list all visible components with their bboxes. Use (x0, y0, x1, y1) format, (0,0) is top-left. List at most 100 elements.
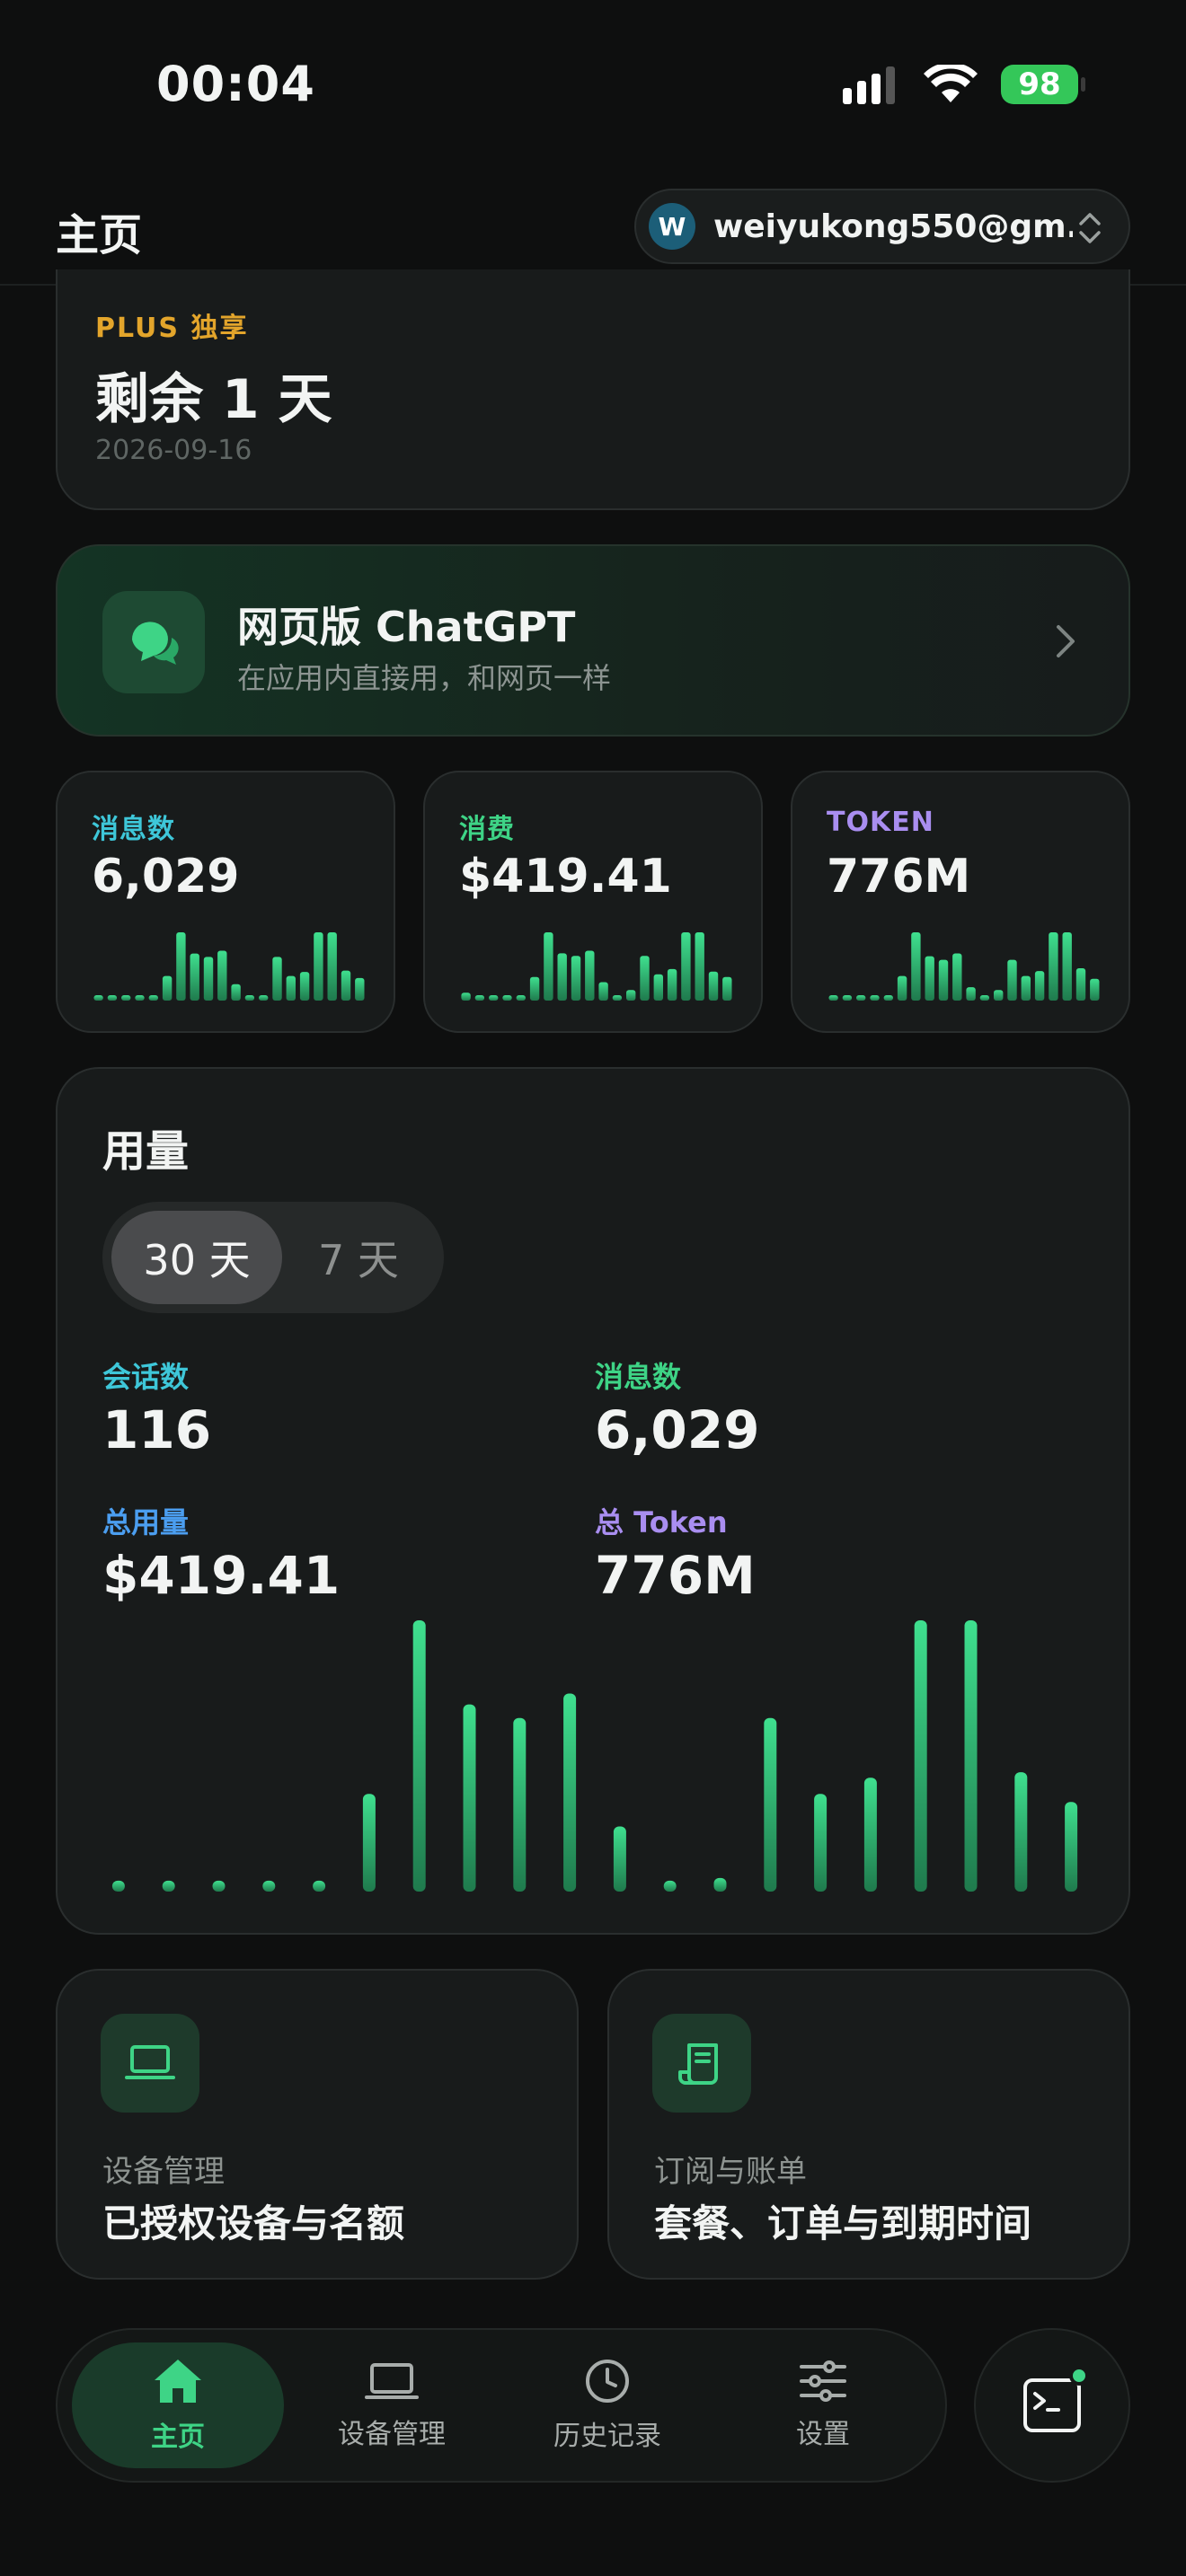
home-icon (155, 2360, 201, 2403)
web-chatgpt-card[interactable]: 网页版 ChatGPT 在应用内直接用，和网页一样 (56, 544, 1130, 737)
chart-bar (1034, 971, 1045, 1001)
chart-bar (327, 932, 337, 1001)
chart-bar (640, 956, 650, 1001)
chart-bar (489, 995, 499, 1001)
stat-value: 6,029 (92, 850, 240, 904)
chart-bar (111, 1880, 125, 1892)
range-7-days-button[interactable]: 7 天 (282, 1211, 435, 1304)
chart-bar (244, 995, 255, 1001)
metric-label-sessions: 会话数 (102, 1360, 190, 1394)
stat-card-spend[interactable]: 消费 $419.41 (423, 771, 763, 1033)
stat-label: TOKEN (827, 807, 934, 838)
chart-bar (557, 953, 567, 1001)
chart-bar (722, 976, 732, 1001)
chart-bar (585, 950, 595, 1001)
chart-bar (313, 1880, 326, 1892)
chart-bar (814, 1794, 828, 1892)
sliders-icon (800, 2360, 846, 2402)
metric-value-total-token: 776M (595, 1545, 756, 1606)
chart-bar (135, 995, 145, 1001)
subscription-billing-card[interactable]: 订阅与账单 套餐、订单与到期时间 (607, 1969, 1130, 2280)
chart-bar (856, 995, 866, 1001)
status-bar: 00:04 98 (0, 0, 1186, 171)
battery-icon: 98 (1001, 65, 1085, 104)
laptop-icon (101, 2014, 199, 2113)
chart-bar (708, 971, 719, 1001)
chart-bar (952, 953, 962, 1001)
chart-bar (362, 1794, 376, 1892)
chart-bar (190, 953, 199, 1001)
stat-value: 776M (827, 850, 971, 904)
chart-bar (663, 1880, 677, 1892)
tab-label: 设备管理 (338, 2419, 446, 2450)
wifi-icon (924, 65, 978, 102)
account-switcher[interactable]: W weiyukong550@gm... (634, 189, 1130, 264)
feature-label: 设备管理 (102, 2154, 225, 2190)
stat-card-messages[interactable]: 消息数 6,029 (56, 771, 395, 1033)
chart-bar (994, 990, 1004, 1001)
chart-bar (870, 995, 880, 1001)
chart-bar (667, 968, 677, 1001)
chart-bar (272, 957, 282, 1001)
chart-bar (121, 995, 131, 1001)
chart-bar (863, 1778, 877, 1892)
laptop-icon (365, 2363, 419, 2399)
bottom-tab-bar: 主页 设备管理 历史记录 设置 (56, 2328, 947, 2483)
chart-bar (231, 984, 241, 1001)
chart-bar (681, 932, 691, 1001)
tab-label: 设置 (796, 2419, 850, 2450)
chart-bar (914, 1620, 927, 1892)
chart-bar (314, 932, 323, 1001)
status-dot (1069, 2366, 1089, 2386)
plus-tag: PLUS 独享 (95, 313, 249, 344)
chart-bar (502, 995, 512, 1001)
chart-bar (286, 975, 296, 1001)
chart-bar (653, 974, 663, 1001)
usage-title: 用量 (102, 1126, 190, 1177)
terminal-button[interactable] (974, 2328, 1130, 2483)
tab-history[interactable]: 历史记录 (501, 2342, 713, 2468)
top-header: 主页 W weiyukong550@gm... (0, 171, 1186, 286)
metric-value-messages: 6,029 (595, 1399, 760, 1460)
stat-card-token[interactable]: TOKEN 776M (791, 771, 1130, 1033)
status-icons: 98 (843, 65, 1085, 104)
chart-bar (474, 995, 485, 1001)
chart-bar (571, 956, 581, 1001)
chart-bar (695, 932, 704, 1001)
chart-bar (513, 1717, 527, 1892)
chart-bar (176, 932, 186, 1001)
chart-bar (1014, 1772, 1028, 1892)
chart-bar (842, 995, 853, 1001)
tab-settings[interactable]: 设置 (717, 2342, 929, 2468)
plus-subscription-card[interactable]: PLUS 独享 剩余 1 天 2026-09-16 (56, 269, 1130, 510)
tab-label: 历史记录 (553, 2421, 661, 2452)
chart-bar (341, 970, 351, 1001)
status-time: 00:04 (156, 56, 315, 112)
web-chatgpt-subtitle: 在应用内直接用，和网页一样 (237, 661, 612, 695)
tab-device-management[interactable]: 设备管理 (286, 2342, 498, 2468)
chart-bar (897, 975, 907, 1001)
chart-bar (212, 1880, 226, 1892)
chart-bar (262, 1880, 276, 1892)
feature-title: 已授权设备与名额 (102, 2201, 405, 2245)
device-management-card[interactable]: 设备管理 已授权设备与名额 (56, 1969, 579, 2280)
chart-bar (613, 1826, 626, 1892)
metric-label-total-token: 总 Token (595, 1505, 728, 1539)
cellular-signal-icon (843, 66, 895, 104)
clock-icon (586, 2360, 629, 2403)
chart-bar (1021, 975, 1031, 1001)
tab-home[interactable]: 主页 (72, 2342, 284, 2468)
chart-bar (1075, 968, 1086, 1001)
tab-label: 主页 (151, 2422, 205, 2453)
chart-bar (1007, 959, 1017, 1001)
chart-bar (626, 990, 636, 1001)
chart-bar (148, 995, 158, 1001)
range-30-days-button[interactable]: 30 天 (111, 1211, 282, 1304)
chart-bar (966, 987, 976, 1001)
chart-bar (299, 972, 310, 1001)
chart-bar (1065, 1802, 1078, 1892)
chart-bar (764, 1717, 777, 1892)
stat-value: $419.41 (459, 850, 672, 904)
feature-label: 订阅与账单 (654, 2154, 807, 2190)
chart-bar (1090, 978, 1100, 1001)
